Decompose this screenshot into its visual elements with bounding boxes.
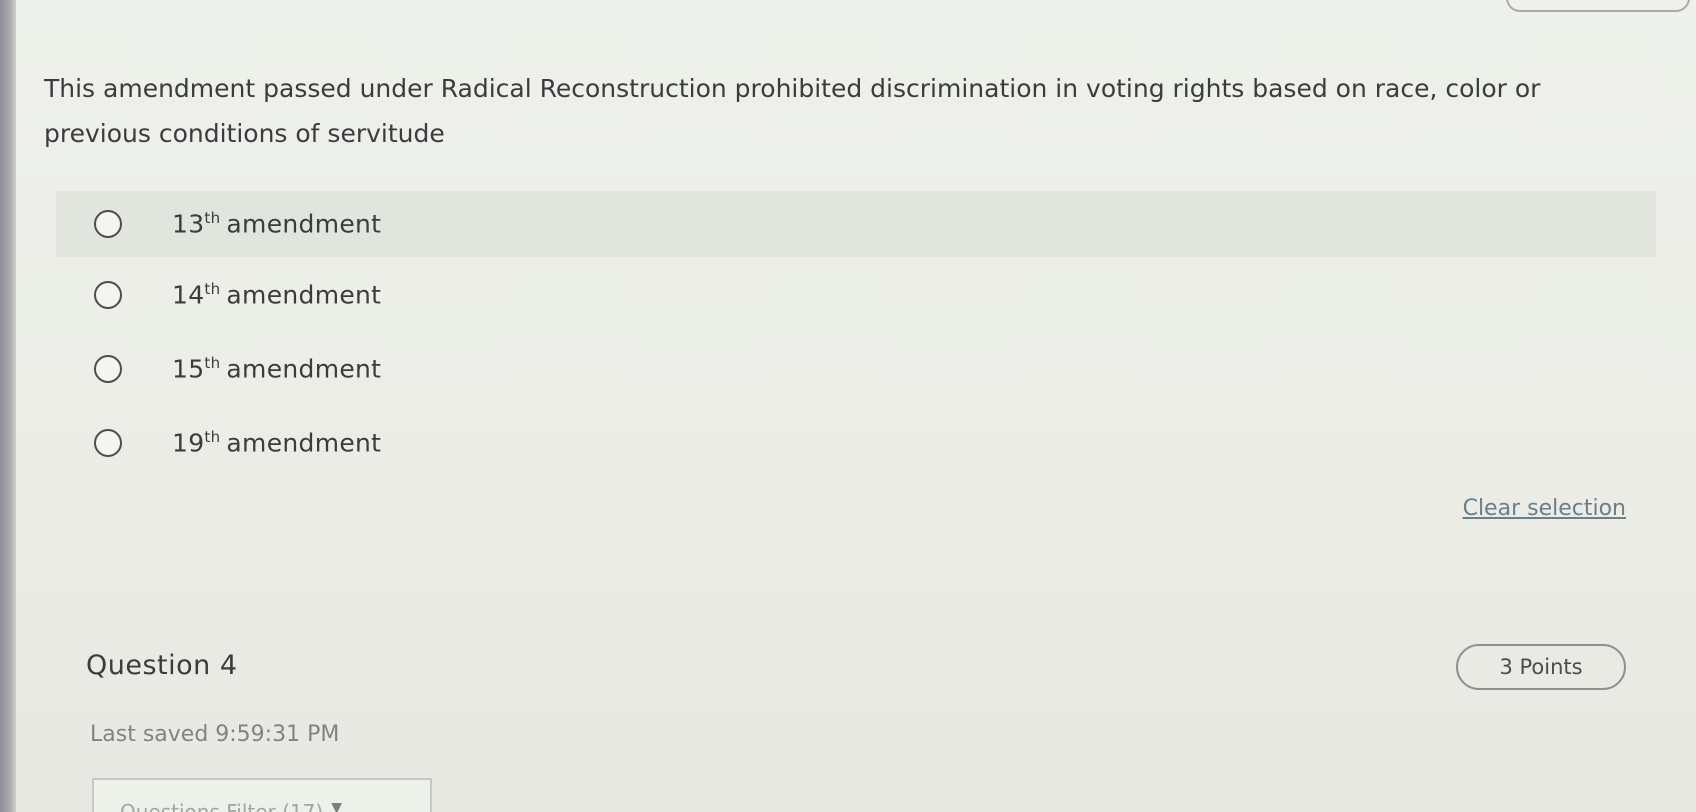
- option-label: 15th amendment: [172, 354, 382, 384]
- last-saved-status: Last saved 9:59:31 PM: [90, 722, 340, 747]
- option-14th-amendment[interactable]: 14th amendment: [56, 262, 1656, 328]
- option-label: 14th amendment: [172, 280, 382, 310]
- form-page: This amendment passed under Radical Reco…: [16, 0, 1696, 812]
- option-13th-amendment[interactable]: 13th amendment: [56, 191, 1656, 257]
- radio-button[interactable]: [94, 210, 122, 238]
- top-frame: [1506, 0, 1690, 12]
- question-text: This amendment passed under Radical Reco…: [44, 74, 1541, 148]
- radio-button[interactable]: [94, 281, 122, 309]
- question-heading: Question 4: [86, 650, 238, 681]
- radio-button[interactable]: [94, 429, 122, 457]
- window-edge: [0, 0, 16, 812]
- option-label: 13th amendment: [172, 209, 382, 239]
- option-label: 19th amendment: [172, 428, 382, 458]
- option-19th-amendment[interactable]: 19th amendment: [56, 410, 1656, 476]
- points-badge: 3 Points: [1456, 644, 1626, 690]
- questions-filter-dropdown[interactable]: Questions Filter (17) ▼: [92, 778, 432, 812]
- filter-label: Questions Filter (17): [120, 800, 324, 812]
- chevron-down-icon: ▼: [331, 800, 342, 812]
- radio-button[interactable]: [94, 355, 122, 383]
- clear-selection-link[interactable]: Clear selection: [1463, 496, 1626, 521]
- option-15th-amendment[interactable]: 15th amendment: [56, 336, 1656, 402]
